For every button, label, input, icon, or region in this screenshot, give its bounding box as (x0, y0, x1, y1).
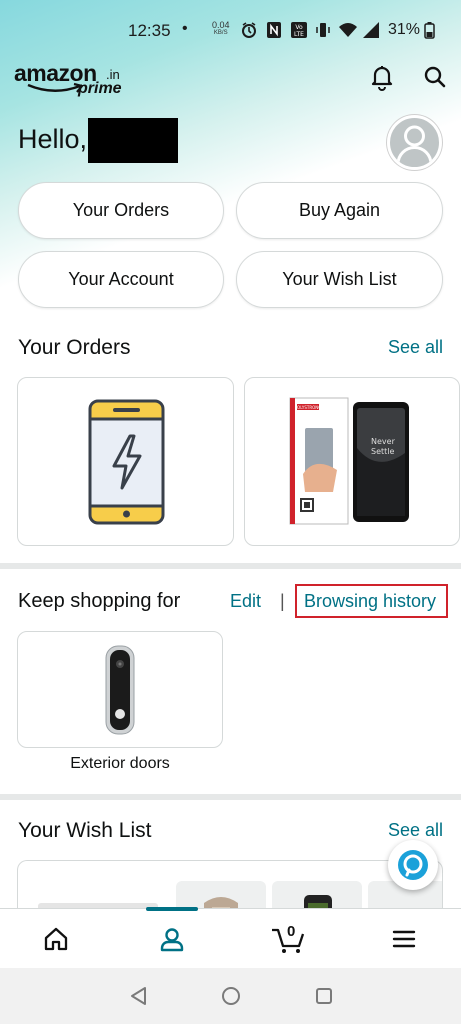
buy-again-button[interactable]: Buy Again (236, 182, 443, 239)
keep-shopping-item-label: Exterior doors (70, 755, 170, 772)
svg-text:Vo: Vo (295, 24, 303, 31)
keep-shopping-separator: | (280, 591, 285, 611)
section-divider (0, 563, 461, 569)
phone-text-settle: Settle (371, 447, 394, 456)
cart-count: 0 (287, 923, 296, 940)
home-circle-icon[interactable] (219, 984, 243, 1008)
amazon-smile-icon (27, 82, 84, 93)
wish-list-section-title: Your Wish List (18, 819, 152, 842)
avatar[interactable] (387, 115, 442, 170)
status-bar: 12:35 • 0.04 KB/S Vo LTE 31% (0, 0, 461, 58)
section-divider (0, 794, 461, 800)
network-speed-value: 0.04 (212, 20, 230, 30)
svg-text:LTE: LTE (294, 31, 304, 38)
bottom-navigation: 0 (0, 907, 461, 968)
nav-cart[interactable]: 0 (268, 921, 308, 957)
video-doorbell-image (105, 645, 135, 735)
network-speed-unit: KB/S (213, 30, 228, 36)
amazon-prime-logo[interactable]: amazon .in prime (14, 60, 134, 100)
back-icon[interactable] (127, 984, 151, 1008)
wifi-icon (339, 23, 357, 37)
your-orders-button[interactable]: Your Orders (18, 182, 224, 239)
home-icon (44, 927, 68, 951)
profile-icon (160, 928, 184, 952)
status-dot: • (182, 20, 188, 37)
logo-prime: prime (78, 80, 122, 97)
status-time: 12:35 (128, 21, 171, 40)
bell-icon[interactable] (367, 62, 397, 92)
signal-icon (363, 22, 379, 38)
redacted-username (88, 118, 178, 163)
nav-home[interactable] (36, 921, 76, 957)
screen-protector-image: POLYSTRONG Never Settle (289, 397, 409, 525)
order-card-charger[interactable] (17, 377, 234, 546)
alexa-icon (398, 850, 428, 880)
protector-brand-text: POLYSTRONG (295, 405, 322, 410)
system-navigation-bar (0, 968, 461, 1024)
order-card-screen-protector[interactable]: POLYSTRONG Never Settle (244, 377, 460, 546)
app-header: amazon .in prime (0, 58, 461, 102)
recents-icon[interactable] (312, 984, 336, 1008)
keep-shopping-edit-link[interactable]: Edit (230, 591, 261, 612)
wish-list-see-all-link[interactable]: See all (388, 820, 443, 841)
orders-section-title: Your Orders (18, 336, 131, 359)
orders-see-all-link[interactable]: See all (388, 337, 443, 358)
battery-icon (424, 22, 435, 39)
user-silhouette-icon (396, 125, 433, 165)
phone-text-never: Never (371, 437, 396, 446)
alexa-button[interactable] (388, 840, 438, 890)
your-account-button[interactable]: Your Account (18, 251, 224, 308)
vibrate-icon (316, 23, 330, 37)
keep-shopping-title: Keep shopping for (18, 590, 181, 612)
greeting-text: Hello, (18, 124, 88, 154)
nav-profile[interactable] (152, 921, 192, 957)
search-icon[interactable] (420, 62, 450, 92)
browsing-history-highlight (295, 584, 448, 618)
phone-charging-icon (88, 399, 165, 525)
nav-menu[interactable] (384, 921, 424, 957)
menu-icon (392, 930, 416, 948)
your-wish-list-button[interactable]: Your Wish List (236, 251, 443, 308)
network-speed: 0.04 KB/S (212, 21, 230, 37)
volte-icon: VoLTE (291, 22, 307, 38)
alarm-icon (242, 22, 256, 38)
keep-shopping-item-card[interactable] (17, 631, 223, 748)
active-tab-indicator (146, 907, 198, 911)
battery-percent: 31% (388, 21, 421, 38)
nfc-icon (267, 22, 281, 38)
